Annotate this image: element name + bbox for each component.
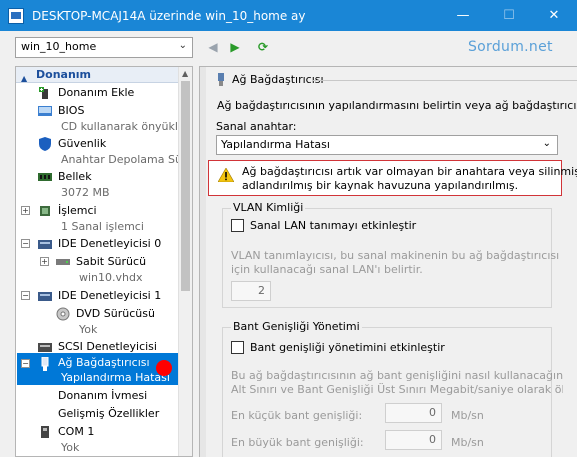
back-arrow-icon[interactable]: ◀ <box>205 39 221 55</box>
collapse-icon[interactable]: − <box>21 239 30 248</box>
expand-icon[interactable]: + <box>21 206 30 215</box>
scrollbar-thumb[interactable] <box>181 81 190 291</box>
tree-item-advanced-features[interactable]: Gelişmiş Özellikler <box>58 407 159 421</box>
warning-icon <box>218 168 234 182</box>
network-adapter-icon <box>41 357 49 371</box>
tree-item-network-adapter-detail: Yapılandırma Hatası <box>61 371 170 384</box>
vlan-checkbox[interactable] <box>231 219 244 232</box>
window-title: DESKTOP-MCAJ14A üzerinde win_10_home ay <box>32 8 306 23</box>
panel-description: Ağ bağdaştırıcısının yapılandırmasını be… <box>217 99 577 112</box>
tree-item-com1[interactable]: COM 1 <box>58 425 94 439</box>
min-bandwidth-label: En küçük bant genişliği: <box>231 409 363 422</box>
vlan-group-title: VLAN Kimliği <box>231 201 306 214</box>
tree-item-bios[interactable]: BIOS <box>58 104 84 118</box>
vm-select[interactable]: win_10_home ⌄ <box>15 37 193 58</box>
collapse-icon[interactable]: − <box>21 359 30 368</box>
processor-icon <box>40 206 50 216</box>
hard-drive-icon <box>56 259 70 265</box>
vlan-id-input[interactable]: 2 <box>231 281 271 301</box>
expand-icon[interactable]: + <box>40 257 49 266</box>
tree-item-processor-detail: 1 Sanal işlemci <box>61 220 144 233</box>
tree-item-processor[interactable]: İşlemci <box>58 204 97 218</box>
dvd-drive-icon <box>56 307 70 321</box>
bandwidth-info-line-1: Bu ağ bağdaştırıcısının ağ bant genişliğ… <box>231 369 563 382</box>
virtual-switch-select[interactable]: Yapılandırma Hatası ⌄ <box>216 135 558 155</box>
warning-line-2: adlandırılmış bir kaynak havuzuna yapıla… <box>242 179 519 192</box>
tree-item-com1-detail: Yok <box>61 441 80 454</box>
minimize-button[interactable]: — <box>440 0 486 31</box>
error-dot <box>156 360 172 376</box>
bandwidth-group-title: Bant Genişliği Yönetimi <box>231 320 362 333</box>
min-bandwidth-unit: Mb/sn <box>451 409 484 422</box>
tree-item-dvd-drive-detail: Yok <box>79 323 98 336</box>
tree-item-bios-detail: CD kullanarak önyükle <box>61 120 185 133</box>
vlan-info-line-1: VLAN tanımlayıcısı, bu sanal makinenin b… <box>231 249 563 262</box>
shield-icon <box>39 137 51 151</box>
max-bandwidth-unit: Mb/sn <box>451 436 484 449</box>
close-button[interactable]: ✕ <box>531 0 577 31</box>
bandwidth-checkbox[interactable] <box>231 341 244 354</box>
refresh-icon[interactable]: ⟳ <box>255 39 271 55</box>
tree-header-hardware[interactable]: ▲ Donanım <box>16 67 179 83</box>
tree-item-memory[interactable]: Bellek <box>58 170 92 184</box>
maximize-button[interactable]: ☐ <box>486 0 532 31</box>
scsi-controller-icon <box>38 343 52 352</box>
hyperv-app-icon <box>8 7 24 24</box>
chevron-down-icon: ⌄ <box>542 138 551 149</box>
tree-item-scsi[interactable]: SCSI Denetleyicisi <box>58 340 157 354</box>
divider <box>312 80 577 81</box>
tree-item-add-hardware[interactable]: Donanım Ekle <box>58 86 134 100</box>
com-port-icon <box>41 426 49 438</box>
tree-scrollbar[interactable]: ▲ <box>178 67 192 456</box>
vm-select-value: win_10_home <box>21 40 97 53</box>
tree-item-network-adapter[interactable]: Ağ Bağdaştırıcısı <box>58 356 150 370</box>
tree-item-ide-1[interactable]: IDE Denetleyicisi 1 <box>58 289 161 303</box>
section-header: Ağ Bağdaştırıcısı <box>216 73 324 86</box>
bandwidth-info-line-2: Alt Sınırı ve Bant Genişliği Üst Sınırı … <box>231 383 563 396</box>
tree-header-label: Donanım <box>36 68 92 81</box>
panel-scrollbar[interactable] <box>200 67 206 457</box>
tree-item-security[interactable]: Güvenlik <box>58 137 106 151</box>
chevron-down-icon: ⌄ <box>178 40 187 51</box>
section-title: Ağ Bağdaştırıcısı <box>232 73 324 86</box>
brand-watermark: Sordum.net <box>468 39 553 55</box>
memory-icon <box>38 173 52 181</box>
tree-item-security-detail: Anahtar Depolama Sürü <box>61 153 193 166</box>
hardware-tree: ▲ Donanım Donanım Ekle BIOS CD kullanara… <box>15 66 193 457</box>
warning-text: Ağ bağdaştırıcısı artık var olmayan bir … <box>242 165 577 193</box>
tree-item-dvd-drive[interactable]: DVD Sürücüsü <box>76 307 155 321</box>
tree-item-memory-detail: 3072 MB <box>61 186 110 199</box>
collapse-icon[interactable]: − <box>21 291 30 300</box>
ide-controller-icon <box>38 240 52 249</box>
vlan-info-line-2: için kullanacağı sanal LAN'ı belirtir. <box>231 263 423 276</box>
bios-icon <box>38 106 52 116</box>
tree-item-ide-0[interactable]: IDE Denetleyicisi 0 <box>58 237 161 251</box>
warning-line-1: Ağ bağdaştırıcısı artık var olmayan bir … <box>242 165 577 178</box>
warning-box: Ağ bağdaştırıcısı artık var olmayan bir … <box>208 160 577 196</box>
virtual-switch-label: Sanal anahtar: <box>216 120 297 133</box>
toolbar: win_10_home ⌄ ◀ ▶ ⟳ Sordum.net <box>0 31 577 63</box>
min-bandwidth-input[interactable]: 0 <box>385 403 442 423</box>
max-bandwidth-input[interactable]: 0 <box>385 430 442 450</box>
vlan-checkbox-label[interactable]: Sanal LAN tanımayı etkinleştir <box>250 219 416 232</box>
collapse-icon: ▲ <box>21 74 28 83</box>
tree-item-hard-drive-detail: win10.vhdx <box>79 271 143 284</box>
forward-arrow-icon[interactable]: ▶ <box>227 39 243 55</box>
tree-item-hardware-acceleration[interactable]: Donanım İvmesi <box>58 389 147 403</box>
scroll-up-icon[interactable]: ▲ <box>182 69 188 78</box>
title-bar: DESKTOP-MCAJ14A üzerinde win_10_home ay … <box>0 0 577 31</box>
add-hardware-icon <box>39 87 48 99</box>
ide-controller-icon <box>38 292 52 301</box>
bandwidth-checkbox-label[interactable]: Bant genişliği yönetimini etkinleştir <box>250 341 445 354</box>
virtual-switch-value: Yapılandırma Hatası <box>221 138 330 151</box>
settings-panel: Ağ Bağdaştırıcısı Ağ bağdaştırıcısının y… <box>199 66 577 457</box>
network-adapter-icon <box>218 73 224 86</box>
max-bandwidth-label: En büyük bant genişliği: <box>231 436 364 449</box>
tree-item-hard-drive[interactable]: Sabit Sürücü <box>76 255 146 269</box>
